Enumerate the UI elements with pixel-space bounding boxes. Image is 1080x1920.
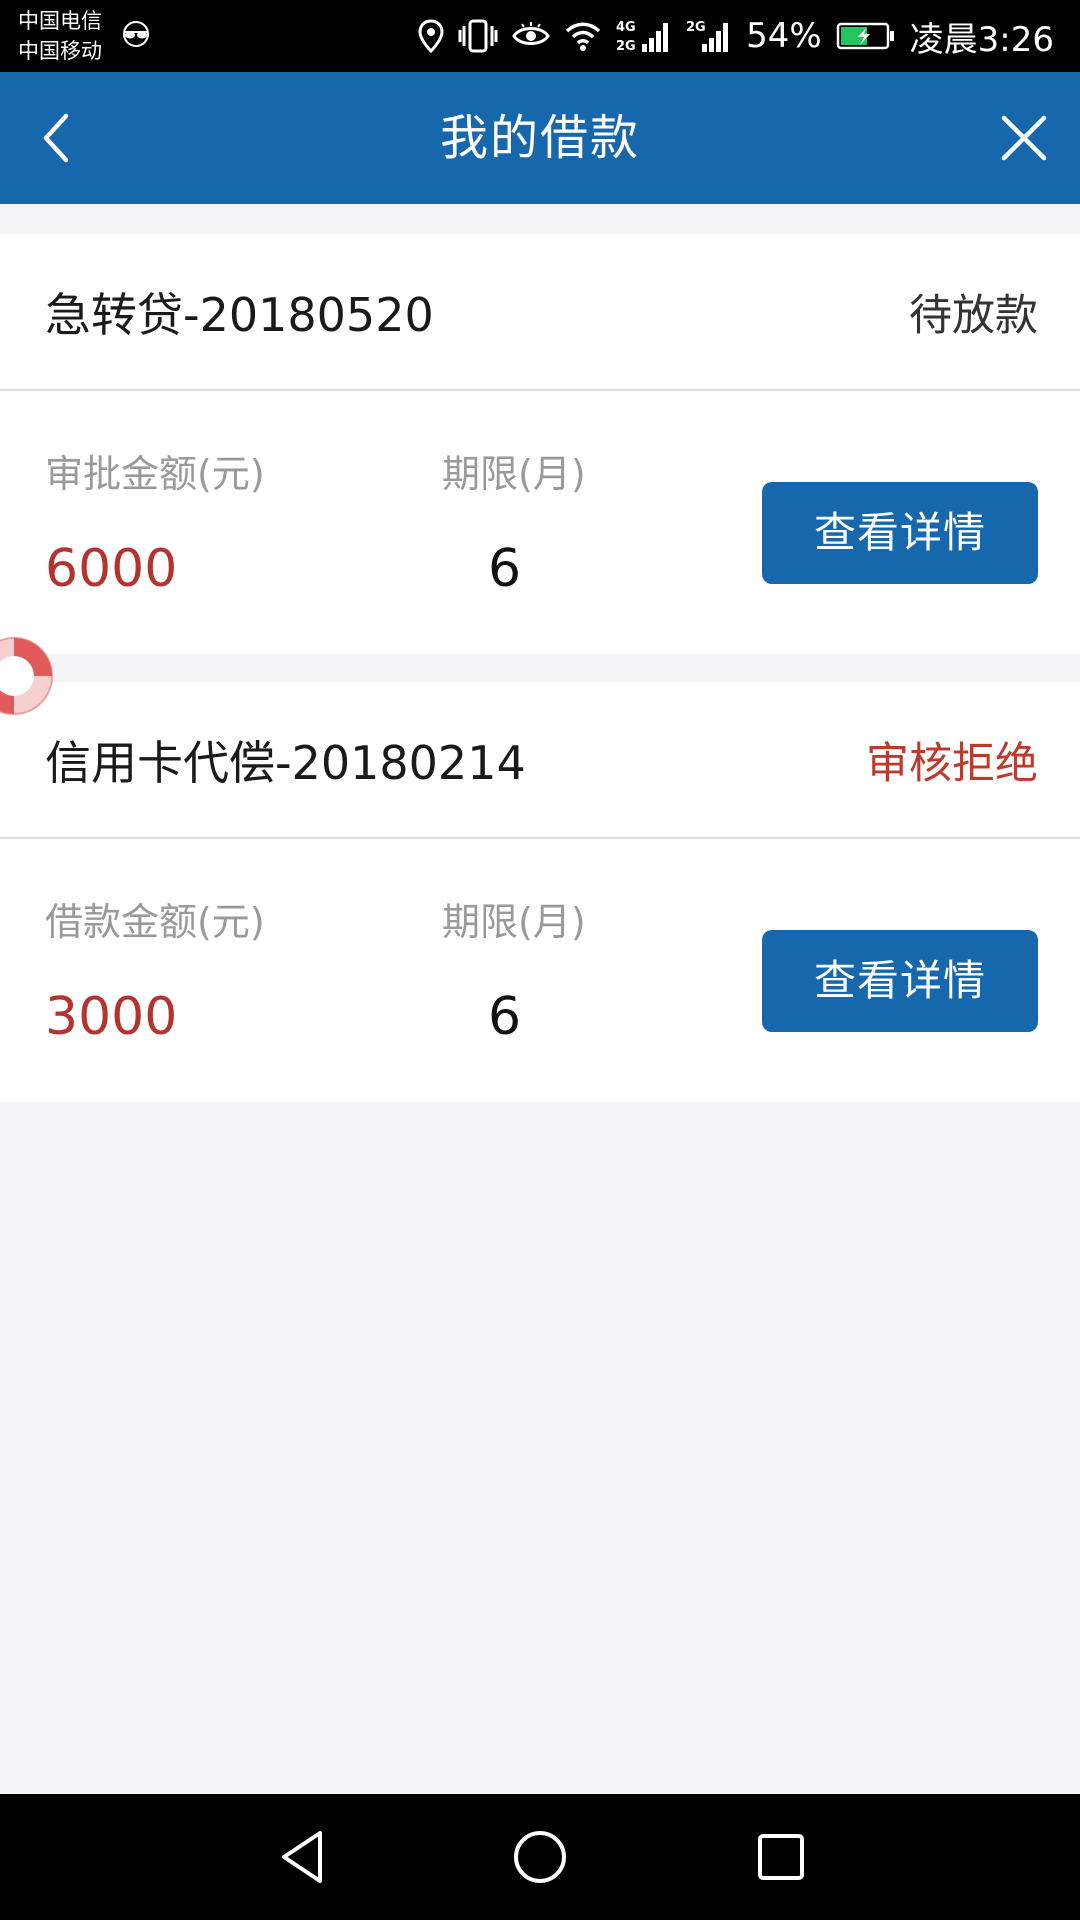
loan-card: 信用卡代偿-20180214 审核拒绝 借款金额(元) 期限(月) 3000 6… bbox=[0, 682, 1080, 1102]
view-details-button[interactable]: 查看详情 bbox=[762, 930, 1038, 1032]
carrier-1: 中国电信 bbox=[18, 9, 102, 33]
location-icon bbox=[418, 19, 444, 53]
loan-card-body: 审批金额(元) 期限(月) 6000 6 查看详情 bbox=[0, 391, 1080, 654]
loan-card-header: 急转贷-20180520 待放款 bbox=[0, 234, 1080, 391]
amount-label: 审批金额(元) bbox=[45, 452, 265, 496]
battery-charging-icon bbox=[836, 22, 894, 50]
nav-bar: 我的借款 bbox=[0, 72, 1080, 204]
view-details-button[interactable]: 查看详情 bbox=[762, 482, 1038, 584]
vibrate-icon bbox=[458, 19, 498, 53]
status-icons: 4G 2G 2G 54% 凌晨3:26 bbox=[418, 0, 1054, 72]
loan-card: 急转贷-20180520 待放款 审批金额(元) 期限(月) 6000 6 查看… bbox=[0, 234, 1080, 654]
loan-card-body: 借款金额(元) 期限(月) 3000 6 查看详情 bbox=[0, 839, 1080, 1102]
amount-label: 借款金额(元) bbox=[45, 900, 265, 944]
network-4g-label: 4G bbox=[616, 20, 636, 35]
carrier-2: 中国移动 bbox=[18, 39, 102, 63]
amount-value: 6000 bbox=[45, 539, 178, 599]
amount-value: 3000 bbox=[45, 987, 178, 1047]
carrier-labels: 中国电信 中国移动 bbox=[18, 6, 102, 66]
battery-percent: 54% bbox=[746, 16, 822, 56]
home-circle-icon[interactable] bbox=[512, 1827, 568, 1887]
signal-4g-icon: 4G 2G bbox=[616, 20, 669, 54]
status-bar: 中国电信 中国移动 4G 2G 2G 54% 凌晨3:26 bbox=[0, 0, 1080, 72]
back-triangle-icon[interactable] bbox=[276, 1827, 328, 1887]
recents-square-icon[interactable] bbox=[756, 1827, 806, 1887]
network-2g-label-a: 2G bbox=[616, 39, 636, 54]
loan-status: 审核拒绝 bbox=[866, 738, 1038, 789]
loan-status: 待放款 bbox=[909, 290, 1038, 341]
term-label: 期限(月) bbox=[442, 900, 586, 944]
loan-name: 急转贷-20180520 bbox=[45, 287, 434, 342]
close-icon[interactable] bbox=[996, 110, 1052, 166]
loan-card-header: 信用卡代偿-20180214 审核拒绝 bbox=[0, 682, 1080, 839]
glasses-icon bbox=[123, 21, 149, 47]
term-label: 期限(月) bbox=[442, 452, 586, 496]
loan-list: 急转贷-20180520 待放款 审批金额(元) 期限(月) 6000 6 查看… bbox=[0, 234, 1080, 1130]
wifi-icon bbox=[565, 22, 601, 51]
signal-2g-icon: 2G bbox=[686, 20, 729, 52]
clock: 凌晨3:26 bbox=[909, 19, 1054, 60]
system-nav-bar bbox=[0, 1794, 1080, 1920]
lifebuoy-icon[interactable] bbox=[0, 628, 58, 724]
loan-name: 信用卡代偿-20180214 bbox=[45, 735, 526, 790]
network-2g-label-b: 2G bbox=[686, 20, 706, 35]
page-title: 我的借款 bbox=[439, 110, 640, 166]
eye-comfort-icon bbox=[512, 22, 550, 45]
term-value: 6 bbox=[488, 987, 522, 1047]
term-value: 6 bbox=[488, 539, 522, 599]
